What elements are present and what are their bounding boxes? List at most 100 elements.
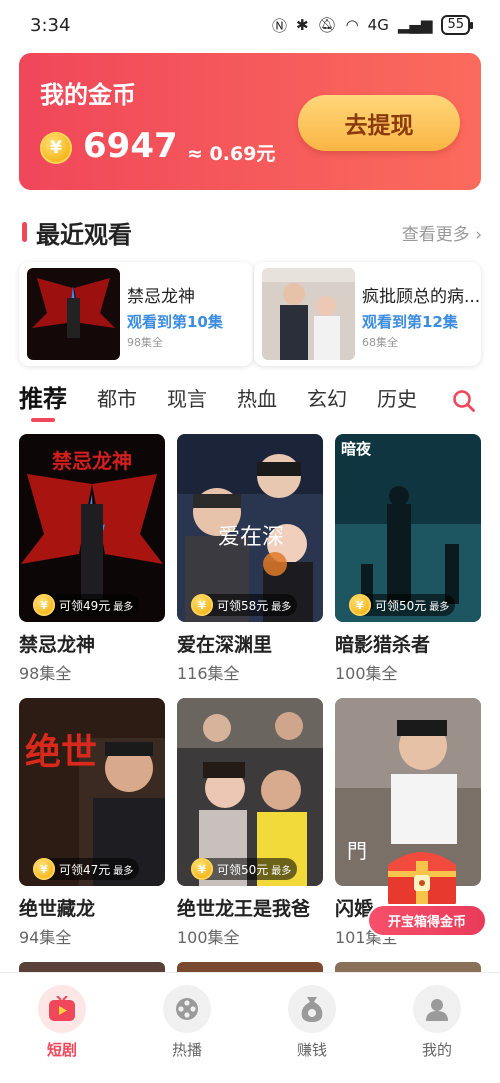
battery-icon: 55 [441, 15, 473, 35]
nav-mine[interactable]: 我的 [387, 985, 487, 1060]
nav-short-drama[interactable]: 短剧 [12, 985, 112, 1060]
coin-amount: 6947 [83, 126, 178, 166]
nav-label: 赚钱 [296, 1041, 327, 1059]
nfc-icon: Ⓝ [271, 16, 287, 35]
reward-badge: ¥ 可领50元 最多 [349, 594, 456, 616]
bottom-nav: 短剧 热播 赚钱 我的 [0, 972, 500, 1083]
nav-label: 短剧 [46, 1041, 77, 1059]
drama-episodes: 116集全 [177, 664, 240, 683]
coin-icon: ¥ [33, 594, 55, 616]
reward-text: 可领49元 [59, 598, 111, 613]
reward-badge: ¥ 可领50元 最多 [191, 858, 298, 880]
reward-tag: 最多 [113, 865, 134, 877]
coin-card: 我的金币 ¥ 6947 ≈ 0.69元 去提现 [19, 53, 481, 190]
tab-city[interactable]: 都市 [97, 384, 137, 414]
recent-poster [262, 268, 355, 360]
drama-poster: 禁忌龙神 ¥ 可领49元 最多 [19, 434, 165, 622]
drama-card-partial [19, 962, 165, 972]
coin-icon: ¥ [40, 132, 72, 164]
coin-icon: ¥ [33, 858, 55, 880]
recent-item-episodes: 98集全 [127, 336, 163, 349]
reward-text: 可领50元 [375, 598, 427, 613]
drama-title: 绝世龙王是我爸 [177, 898, 311, 920]
treasure-chest-icon[interactable] [382, 843, 462, 909]
reward-tag: 最多 [113, 601, 134, 613]
reward-tag: 最多 [271, 865, 292, 877]
tab-romance[interactable]: 现言 [167, 384, 207, 414]
coin-approx-value: ≈ 0.69元 [187, 143, 276, 165]
tab-history[interactable]: 历史 [377, 384, 417, 414]
coin-card-title: 我的金币 [40, 81, 136, 109]
search-icon[interactable] [452, 389, 476, 413]
reward-badge: ¥ 可领49元 最多 [33, 594, 140, 616]
drama-title: 绝世藏龙 [19, 898, 96, 920]
drama-episodes: 100集全 [177, 928, 240, 947]
drama-card[interactable]: ¥ 可领50元 最多 绝世龙王是我爸 100集全 [177, 698, 323, 948]
film-reel-icon [163, 985, 211, 1033]
treasure-coin-button[interactable]: 开宝箱得金币 [367, 904, 487, 937]
nav-label: 我的 [421, 1041, 452, 1059]
nav-earn[interactable]: 赚钱 [262, 985, 362, 1060]
category-tabs: 推荐 都市 现言 热血 玄幻 历史 [19, 384, 447, 422]
drama-poster: 爱在深 ¥ 可领58元 最多 [177, 434, 323, 622]
coin-icon: ¥ [349, 594, 371, 616]
reward-text: 可领47元 [59, 862, 111, 877]
reward-tag: 最多 [429, 601, 450, 613]
signal-icon: ▂▄▆ [397, 16, 433, 34]
drama-title: 爱在深渊里 [177, 634, 273, 656]
recent-item-episodes: 68集全 [362, 336, 398, 349]
tab-fantasy[interactable]: 玄幻 [307, 384, 347, 414]
recent-item-name: 疯批顾总的病... [362, 287, 481, 307]
reward-badge: ¥ 可领58元 最多 [191, 594, 298, 616]
nav-label: 热播 [171, 1041, 202, 1059]
profile-icon [413, 985, 461, 1033]
section-accent-bar [22, 222, 27, 242]
coin-icon: ¥ [191, 594, 213, 616]
recent-item-progress: 观看到第10集 [127, 313, 223, 331]
see-more-link[interactable]: 查看更多 › [402, 220, 482, 245]
recent-item-progress: 观看到第12集 [362, 313, 458, 331]
recent-item[interactable]: 疯批顾总的病... 观看到第12集 68集全 [254, 262, 481, 366]
drama-card-partial [177, 962, 323, 972]
wifi-icon: ◠ [345, 16, 359, 34]
drama-title: 禁忌龙神 [19, 634, 96, 656]
drama-card[interactable]: 暗夜 ¥ 可领50元 最多 暗影猎杀者 100集全 [335, 434, 481, 684]
bluetooth-icon: ✱ [295, 16, 309, 34]
drama-episodes: 98集全 [19, 664, 72, 683]
drama-episodes: 94集全 [19, 928, 72, 947]
drama-card-partial [335, 962, 481, 972]
network-label: 4G [367, 16, 389, 34]
mute-icon: 🔕︎ [317, 16, 337, 34]
status-bar: 3:34 Ⓝ ✱ 🔕︎ ◠ 4G ▂▄▆ 55 [0, 0, 500, 50]
reward-text: 可领58元 [217, 598, 269, 613]
coin-icon: ¥ [191, 858, 213, 880]
withdraw-button[interactable]: 去提现 [298, 95, 460, 151]
reward-text: 可领50元 [217, 862, 269, 877]
recent-item-name: 禁忌龙神 [127, 287, 195, 307]
drama-poster: 绝世 ¥ 可领47元 最多 [19, 698, 165, 886]
status-time: 3:34 [30, 14, 71, 36]
money-bag-icon [288, 985, 336, 1033]
drama-title: 暗影猎杀者 [335, 634, 431, 656]
drama-card[interactable]: 绝世 ¥ 可领47元 最多 绝世藏龙 94集全 [19, 698, 165, 948]
drama-poster: ¥ 可领50元 最多 [177, 698, 323, 886]
poster-title-text: 暗夜 [341, 440, 372, 458]
poster-title-text: 門 [347, 839, 367, 863]
drama-card[interactable]: 爱在深 ¥ 可领58元 最多 爱在深渊里 116集全 [177, 434, 323, 684]
drama-episodes: 100集全 [335, 664, 398, 683]
drama-poster: 暗夜 ¥ 可领50元 最多 [335, 434, 481, 622]
reward-tag: 最多 [271, 601, 292, 613]
tab-action[interactable]: 热血 [237, 384, 277, 414]
poster-title-text: 禁忌龙神 [52, 449, 132, 473]
poster-title-text: 爱在深 [218, 525, 284, 550]
reward-badge: ¥ 可领47元 最多 [33, 858, 140, 880]
poster-title-text: 绝世 [25, 731, 97, 773]
drama-card[interactable]: 禁忌龙神 ¥ 可领49元 最多 禁忌龙神 98集全 [19, 434, 165, 684]
nav-trending[interactable]: 热播 [137, 985, 237, 1060]
tab-recommend[interactable]: 推荐 [19, 384, 67, 422]
recent-section-title: 最近观看 [36, 221, 132, 249]
recent-poster [27, 268, 120, 360]
status-icons: Ⓝ ✱ 🔕︎ ◠ 4G ▂▄▆ 55 [271, 15, 473, 36]
tv-play-icon [38, 985, 86, 1033]
recent-item[interactable]: 禁忌龙神 观看到第10集 98集全 [19, 262, 253, 366]
